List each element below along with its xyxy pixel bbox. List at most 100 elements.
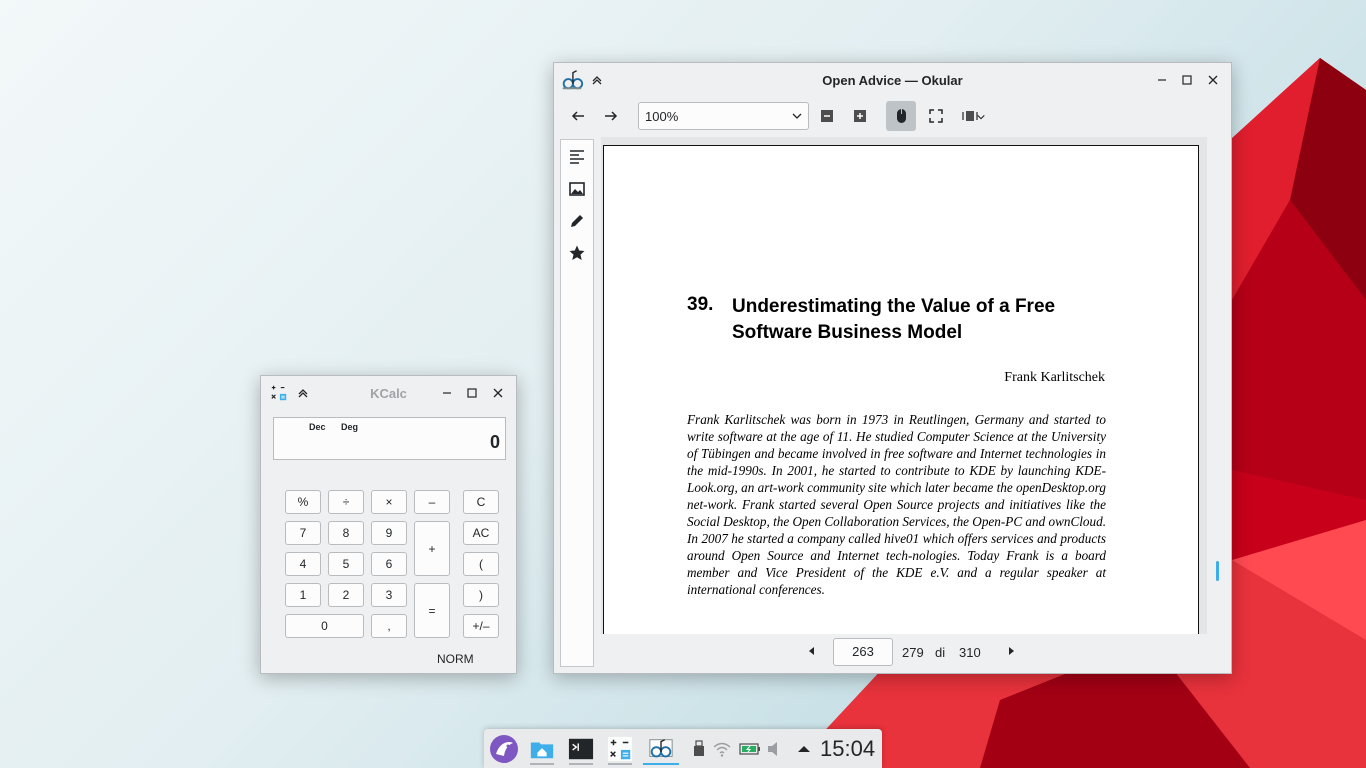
sign-button[interactable]: +/– [463,614,499,638]
browse-tool-button[interactable] [886,101,916,131]
clear-button[interactable]: C [463,490,499,514]
page-number-input[interactable]: 263 [833,638,893,666]
minimize-button[interactable] [1152,70,1172,90]
close-button[interactable] [1203,70,1223,90]
battery-charging-icon[interactable] [739,740,761,758]
volume-muted-icon[interactable] [766,740,784,758]
taskbar: 15:04 [484,729,882,768]
previous-page-icon[interactable] [807,646,817,656]
thumbnails-icon[interactable] [568,180,586,198]
clock[interactable]: 15:04 [820,736,875,762]
folder-home-icon [530,742,554,759]
kcalc-titlebar[interactable]: KCalc [261,376,516,410]
close-paren-button[interactable]: ) [463,583,499,607]
seven-button[interactable]: 7 [285,521,321,545]
all-clear-button[interactable]: AC [463,521,499,545]
nine-button[interactable]: 9 [371,521,407,545]
one-button[interactable]: 1 [285,583,321,607]
tray-expand-icon[interactable] [795,740,813,758]
base-indicator: Dec [309,422,326,432]
plus-button[interactable]: + [414,521,450,576]
equals-button[interactable]: = [414,583,450,638]
keep-above-icon[interactable] [587,70,607,90]
bookmarks-star-icon[interactable] [568,244,586,262]
document-page: 39. Underestimating the Value of a Free … [603,145,1199,634]
divide-button[interactable]: ÷ [328,490,364,514]
zoom-in-icon [854,110,866,122]
minimize-button[interactable] [437,383,457,403]
minus-button[interactable]: – [414,490,450,514]
close-button[interactable] [488,383,508,403]
zero-button[interactable]: 0 [285,614,364,638]
scrollbar-thumb[interactable] [1216,561,1219,581]
page-label: 279 [902,645,924,660]
view-mode-dropdown[interactable] [975,109,987,125]
task-okular[interactable] [643,733,679,765]
app-launcher[interactable] [488,733,520,765]
fullscreen-icon [929,109,943,123]
mode-indicator: NORM [437,652,474,666]
kcalc-window[interactable]: KCalc Dec Deg 0 % ÷ × – C 7 8 9 + AC 4 5… [260,375,517,674]
percent-button[interactable]: % [285,490,321,514]
task-indicator-active [643,763,679,765]
six-button[interactable]: 6 [371,552,407,576]
arrow-left-icon [571,111,584,121]
okular-icon [649,739,673,758]
chevron-down-icon [977,114,985,120]
chapter-number: 39. [687,294,714,315]
chapter-author: Frank Karlitschek [1004,370,1105,385]
okular-window[interactable]: Open Advice — Okular 100% 39. Underestim… [553,62,1232,674]
mouse-icon [897,109,906,123]
wifi-icon[interactable] [713,740,731,758]
task-indicator [569,763,593,765]
three-button[interactable]: 3 [371,583,407,607]
eight-button[interactable]: 8 [328,521,364,545]
annotations-pen-icon[interactable] [568,212,586,230]
terminal-icon [568,738,594,760]
okular-sidebar [560,139,594,667]
zoom-select[interactable]: 100% [638,102,809,130]
task-indicator [608,763,632,765]
four-button[interactable]: 4 [285,552,321,576]
of-label: di [935,645,946,660]
zoom-out-button[interactable] [812,101,842,131]
open-paren-button[interactable]: ( [463,552,499,576]
kcalc-app-icon[interactable] [269,383,289,403]
zoom-out-icon [821,110,833,122]
two-button[interactable]: 2 [328,583,364,607]
usb-device-icon[interactable] [690,740,708,758]
forward-button[interactable] [596,101,626,131]
okular-app-icon[interactable] [559,67,585,93]
page-navigator: 263 279 di 310 [554,635,1231,673]
back-button[interactable] [563,101,593,131]
decimal-button[interactable]: , [371,614,407,638]
keep-above-icon[interactable] [293,383,313,403]
okular-toolbar: 100% [554,97,1231,135]
task-terminal[interactable] [565,733,597,765]
chevron-down-icon [792,113,802,119]
task-file-manager[interactable] [526,733,558,765]
okular-window-title: Open Advice — Okular [822,72,963,88]
chapter-title-line2: Software Business Model [732,322,963,343]
document-view[interactable]: 39. Underestimating the Value of a Free … [601,137,1207,634]
calculator-icon [607,736,633,762]
maximize-button[interactable] [462,383,482,403]
next-page-icon[interactable] [1006,646,1016,656]
arrow-right-icon [605,111,618,121]
fullscreen-button[interactable] [921,101,951,131]
author-bio-paragraph: Frank Karlitschek was born in 1973 in Re… [687,412,1107,597]
task-kcalc[interactable] [604,733,636,765]
five-button[interactable]: 5 [328,552,364,576]
zoom-value: 100% [645,108,679,124]
multiply-button[interactable]: × [371,490,407,514]
total-pages: 310 [959,645,981,660]
maximize-button[interactable] [1177,70,1197,90]
display-value: 0 [489,432,500,452]
okular-titlebar[interactable]: Open Advice — Okular [554,63,1231,97]
table-of-contents-icon[interactable] [568,148,586,166]
zoom-in-button[interactable] [845,101,875,131]
calculator-display: Dec Deg 0 [273,417,506,460]
document-scrollbar[interactable] [1208,137,1226,634]
chapter-title: Underestimating the Value of a Free Soft… [732,294,1112,346]
chapter-title-line1: Underestimating the Value of a Free [732,296,1056,317]
